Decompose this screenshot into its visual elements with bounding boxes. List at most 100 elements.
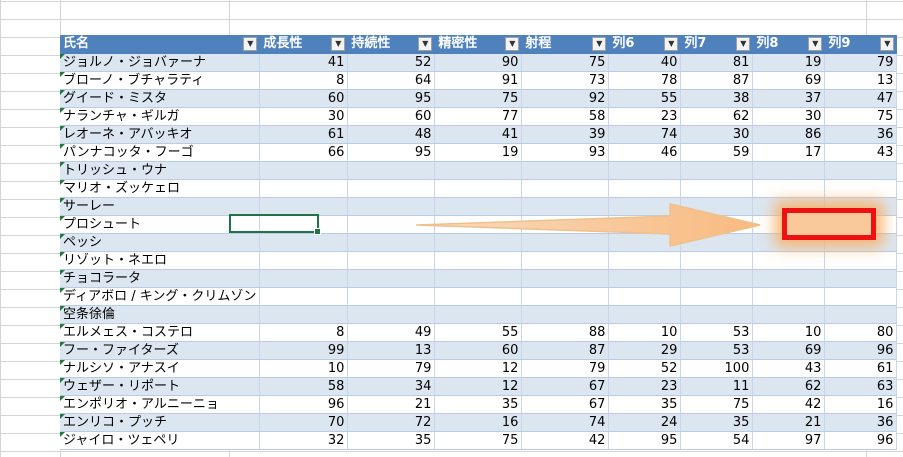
value-cell[interactable]: 87 (680, 71, 754, 90)
name-cell[interactable]: サーレー (60, 197, 261, 216)
value-cell[interactable]: 93 (521, 143, 610, 162)
value-cell[interactable]: 59 (680, 143, 754, 162)
value-cell[interactable] (347, 269, 436, 288)
value-cell[interactable]: 36 (824, 125, 898, 144)
value-cell[interactable]: 67 (521, 377, 610, 396)
value-cell[interactable]: 42 (752, 395, 826, 414)
value-cell[interactable]: 67 (521, 395, 610, 414)
value-cell[interactable] (259, 215, 349, 234)
filter-dropdown-icon[interactable]: ▼ (880, 37, 895, 51)
value-cell[interactable]: 92 (521, 89, 610, 108)
value-cell[interactable]: 75 (824, 107, 898, 126)
value-cell[interactable]: 30 (752, 107, 826, 126)
value-cell[interactable]: 60 (434, 341, 523, 360)
value-cell[interactable]: 55 (608, 89, 682, 108)
value-cell[interactable] (752, 305, 826, 324)
value-cell[interactable] (824, 179, 898, 198)
value-cell[interactable] (434, 161, 523, 180)
value-cell[interactable]: 53 (680, 323, 754, 342)
value-cell[interactable]: 23 (608, 107, 682, 126)
value-cell[interactable]: 69 (752, 71, 826, 90)
highlighted-target-cell[interactable] (782, 208, 876, 240)
value-cell[interactable]: 42 (521, 431, 610, 450)
filter-dropdown-icon[interactable]: ▼ (592, 37, 607, 51)
value-cell[interactable]: 24 (608, 413, 682, 432)
value-cell[interactable]: 97 (752, 431, 826, 450)
value-cell[interactable] (608, 269, 682, 288)
column-header[interactable]: 列9 ▼ (824, 35, 898, 54)
value-cell[interactable]: 13 (347, 341, 436, 360)
value-cell[interactable]: 30 (259, 107, 349, 126)
value-cell[interactable]: 90 (434, 53, 523, 72)
value-cell[interactable]: 63 (824, 377, 898, 396)
value-cell[interactable] (521, 287, 610, 306)
value-cell[interactable]: 75 (434, 89, 523, 108)
value-cell[interactable] (752, 269, 826, 288)
value-cell[interactable]: 58 (521, 107, 610, 126)
name-cell[interactable]: プロシュート (60, 215, 261, 234)
value-cell[interactable] (680, 161, 754, 180)
value-cell[interactable]: 43 (824, 143, 898, 162)
name-cell[interactable]: グイード・ミスタ (60, 89, 261, 108)
name-cell[interactable]: ウェザー・リポート (60, 377, 261, 396)
name-cell[interactable]: ディアボロ / キング・クリムゾン (60, 287, 261, 306)
value-cell[interactable]: 95 (608, 431, 682, 450)
value-cell[interactable]: 30 (680, 125, 754, 144)
value-cell[interactable] (347, 287, 436, 306)
value-cell[interactable] (259, 233, 349, 252)
column-header[interactable]: 持続性 ▼ (347, 35, 436, 54)
filter-dropdown-icon[interactable]: ▼ (808, 37, 823, 51)
value-cell[interactable]: 47 (824, 89, 898, 108)
value-cell[interactable]: 100 (680, 359, 754, 378)
value-cell[interactable]: 35 (608, 395, 682, 414)
value-cell[interactable]: 13 (824, 71, 898, 90)
value-cell[interactable]: 35 (680, 413, 754, 432)
name-cell[interactable]: ペッシ (60, 233, 261, 252)
value-cell[interactable]: 54 (680, 431, 754, 450)
value-cell[interactable]: 11 (680, 377, 754, 396)
value-cell[interactable]: 41 (259, 53, 349, 72)
value-cell[interactable]: 23 (608, 377, 682, 396)
name-cell[interactable]: ブローノ・ブチャラティ (60, 71, 261, 90)
value-cell[interactable] (608, 287, 682, 306)
name-cell[interactable]: マリオ・ズッケェロ (60, 179, 261, 198)
name-cell[interactable]: パンナコッタ・フーゴ (60, 143, 261, 162)
name-cell[interactable]: ジャイロ・ツェペリ (60, 431, 261, 450)
value-cell[interactable]: 39 (521, 125, 610, 144)
value-cell[interactable] (259, 305, 349, 324)
value-cell[interactable] (259, 287, 349, 306)
name-cell[interactable]: エンリコ・プッチ (60, 413, 261, 432)
value-cell[interactable]: 10 (608, 323, 682, 342)
value-cell[interactable]: 38 (680, 89, 754, 108)
filter-dropdown-icon[interactable]: ▼ (664, 37, 679, 51)
value-cell[interactable]: 35 (434, 395, 523, 414)
value-cell[interactable]: 55 (434, 323, 523, 342)
value-cell[interactable]: 96 (824, 341, 898, 360)
value-cell[interactable]: 77 (434, 107, 523, 126)
value-cell[interactable] (824, 251, 898, 270)
name-cell[interactable]: トリッシュ・ウナ (60, 161, 261, 180)
value-cell[interactable]: 79 (347, 359, 436, 378)
value-cell[interactable] (824, 305, 898, 324)
value-cell[interactable]: 19 (434, 143, 523, 162)
name-cell[interactable]: ジョルノ・ジョバァーナ (60, 53, 261, 72)
value-cell[interactable]: 95 (347, 89, 436, 108)
value-cell[interactable] (521, 305, 610, 324)
value-cell[interactable] (259, 269, 349, 288)
value-cell[interactable]: 40 (608, 53, 682, 72)
value-cell[interactable] (824, 269, 898, 288)
value-cell[interactable]: 75 (680, 395, 754, 414)
value-cell[interactable]: 96 (824, 431, 898, 450)
value-cell[interactable]: 86 (752, 125, 826, 144)
value-cell[interactable]: 87 (521, 341, 610, 360)
value-cell[interactable] (347, 305, 436, 324)
value-cell[interactable]: 61 (259, 125, 349, 144)
column-header[interactable]: 列7 ▼ (680, 35, 754, 54)
value-cell[interactable] (259, 161, 349, 180)
value-cell[interactable]: 66 (259, 143, 349, 162)
value-cell[interactable]: 96 (259, 395, 349, 414)
value-cell[interactable] (259, 251, 349, 270)
value-cell[interactable] (434, 305, 523, 324)
value-cell[interactable] (259, 179, 349, 198)
value-cell[interactable]: 60 (347, 107, 436, 126)
